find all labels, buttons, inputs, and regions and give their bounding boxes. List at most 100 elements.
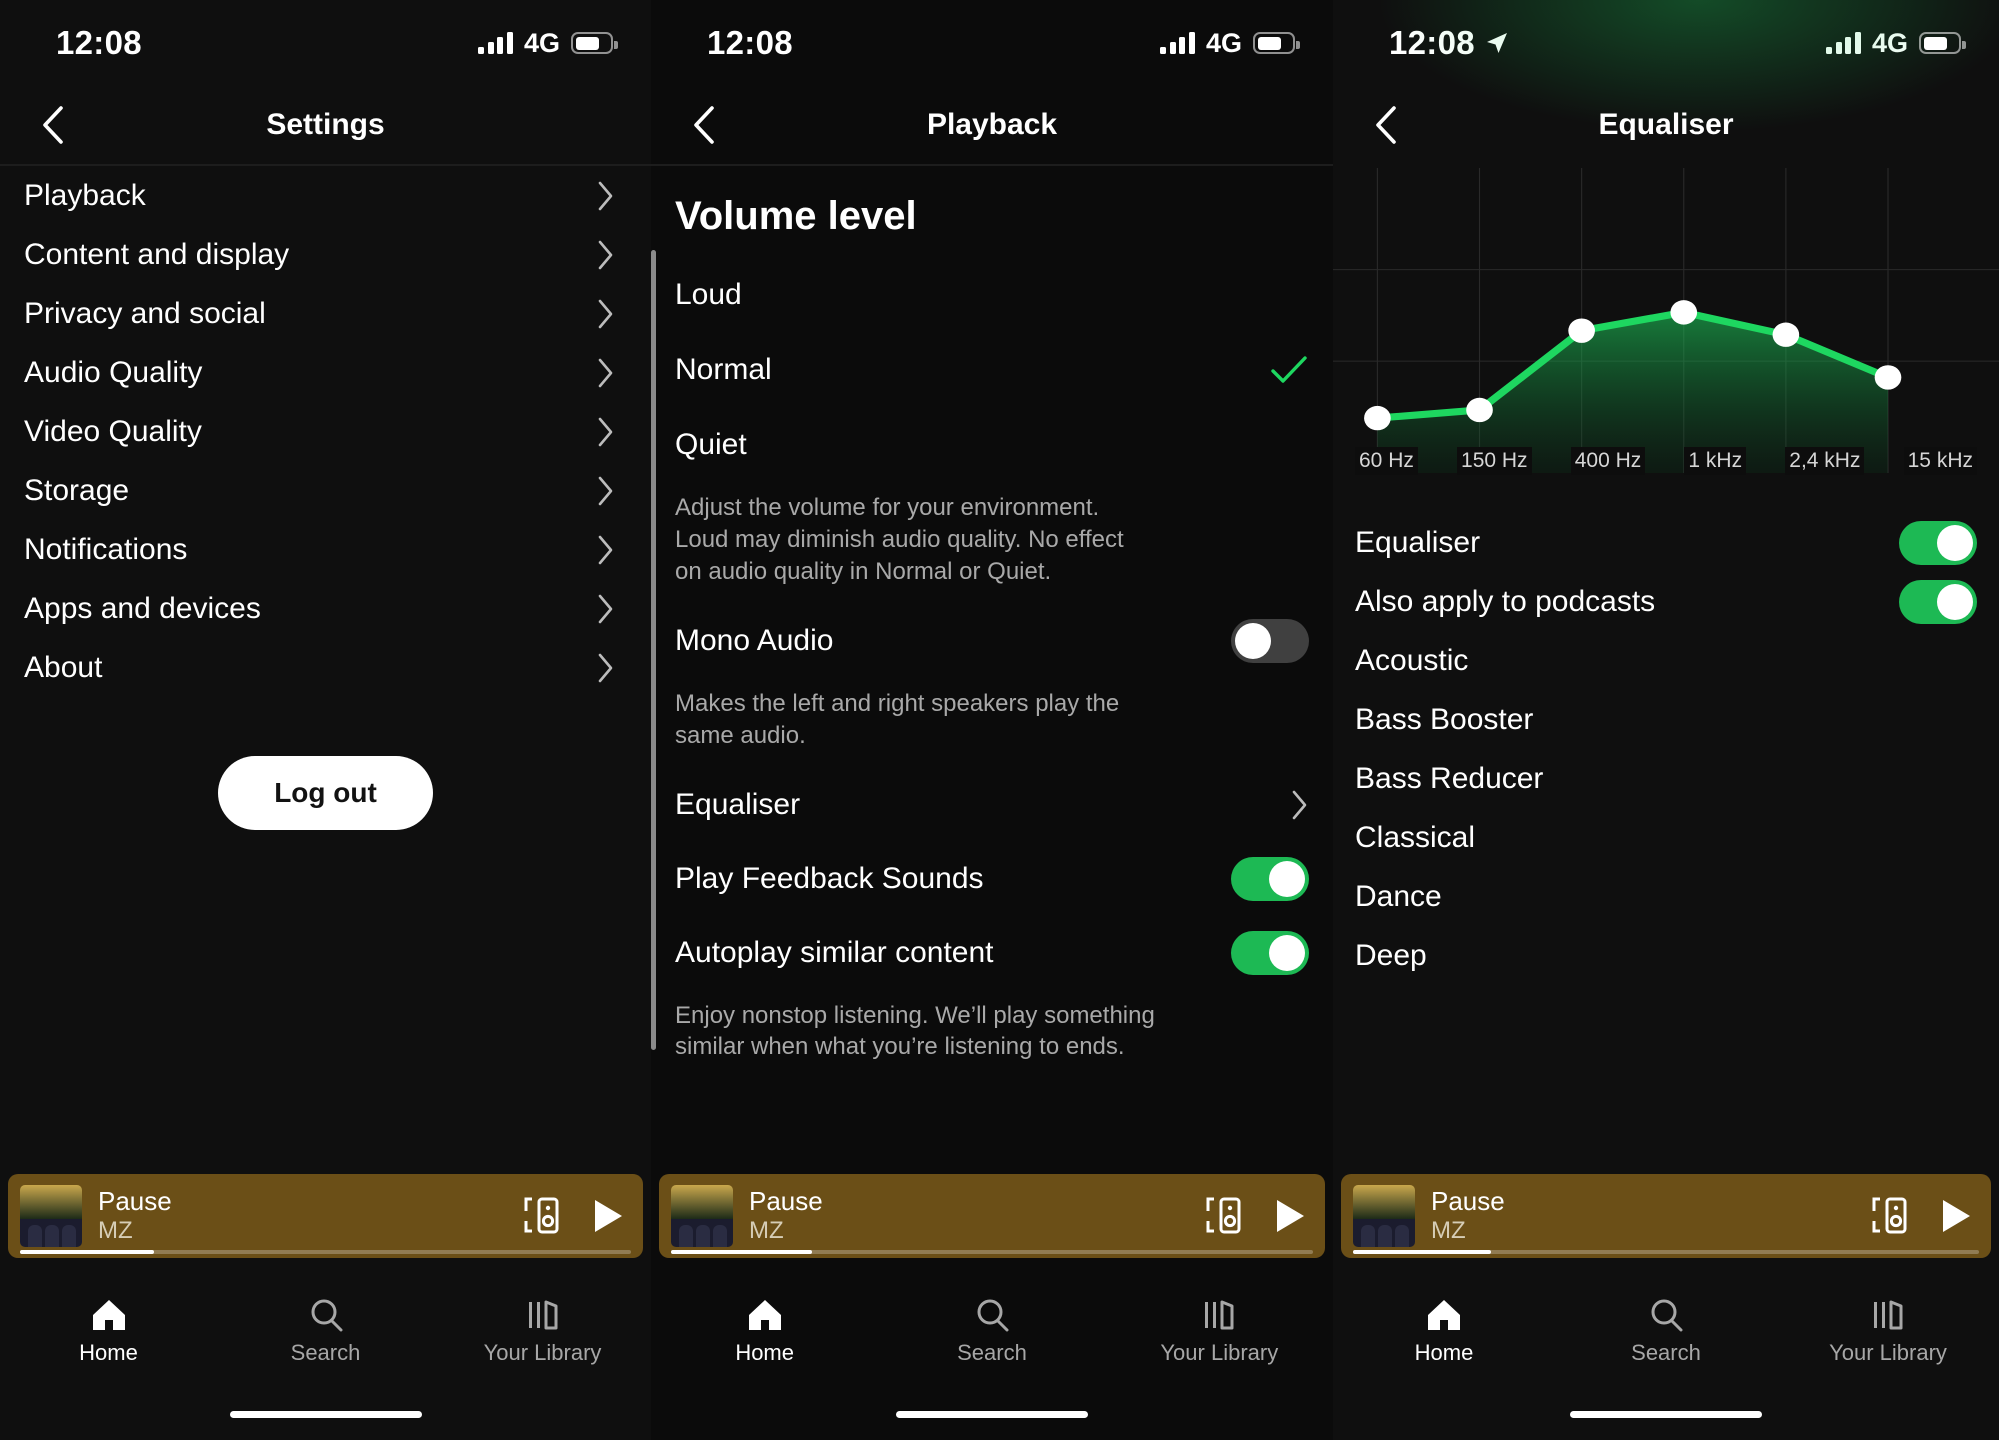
battery-icon	[1253, 32, 1300, 54]
play-feedback-toggle[interactable]	[1231, 856, 1309, 901]
mini-player-controls	[1869, 1195, 1973, 1237]
apply-to-podcasts-toggle[interactable]	[1899, 579, 1977, 624]
tab-label: Your Library	[1160, 1340, 1279, 1365]
mini-player-container: Pause MZ	[1333, 1174, 1999, 1258]
chevron-right-icon	[598, 594, 613, 623]
apply-to-podcasts-row[interactable]: Also apply to podcasts	[1355, 572, 1977, 631]
tab-home[interactable]: Home	[1333, 1298, 1555, 1366]
play-icon[interactable]	[1273, 1197, 1307, 1235]
chevron-right-icon	[598, 358, 613, 387]
list-item-label: About	[24, 650, 103, 684]
equaliser-screen: 12:08 4G Equaliser	[1333, 0, 1999, 1440]
eq-handle-60hz[interactable]	[1364, 405, 1391, 431]
mini-player[interactable]: Pause MZ	[8, 1174, 643, 1258]
tab-your-library[interactable]: Your Library	[434, 1298, 651, 1366]
equaliser-enable-label: Equaliser	[1355, 525, 1481, 559]
home-icon	[92, 1300, 125, 1330]
logout-button[interactable]: Log out	[218, 756, 433, 830]
preset-bass-booster[interactable]: Bass Booster	[1355, 690, 1977, 749]
tab-label: Home	[735, 1340, 794, 1365]
list-item-label: Apps and devices	[24, 591, 261, 625]
mini-player[interactable]: Pause MZ	[659, 1174, 1325, 1258]
page-title: Equaliser	[1598, 108, 1734, 141]
axis-tick-label: 150 Hz	[1457, 447, 1532, 475]
eq-handle-150hz[interactable]	[1466, 397, 1493, 423]
sidebar-item-audio-quality[interactable]: Audio Quality	[0, 343, 651, 402]
eq-handle-15khz[interactable]	[1874, 365, 1902, 390]
track-title: Pause	[98, 1185, 172, 1216]
playback-progress-bar[interactable]	[20, 1250, 631, 1254]
preset-label: Classical	[1355, 820, 1476, 854]
chevron-left-icon	[1376, 106, 1396, 144]
play-feedback-sounds-row[interactable]: Play Feedback Sounds	[675, 842, 1309, 916]
status-indicators: 4G	[478, 27, 618, 59]
back-button[interactable]	[681, 102, 727, 148]
connect-to-device-icon[interactable]	[521, 1195, 561, 1237]
sidebar-item-video-quality[interactable]: Video Quality	[0, 402, 651, 461]
library-icon	[1205, 1300, 1234, 1330]
playback-progress-bar[interactable]	[1353, 1250, 1979, 1254]
back-button[interactable]	[1363, 102, 1409, 148]
tab-search[interactable]: Search	[878, 1298, 1105, 1366]
home-icon	[748, 1300, 781, 1330]
check-icon	[1271, 355, 1307, 383]
list-item-label: Notifications	[24, 532, 188, 566]
tab-your-library[interactable]: Your Library	[1106, 1298, 1333, 1366]
sidebar-item-about[interactable]: About	[0, 638, 651, 697]
settings-screen: 12:08 4G Settings Playback Content and d…	[0, 0, 651, 1440]
tab-search[interactable]: Search	[217, 1298, 434, 1366]
equaliser-enable-row[interactable]: Equaliser	[1355, 513, 1977, 572]
sidebar-item-storage[interactable]: Storage	[0, 461, 651, 520]
sidebar-item-privacy-and-social[interactable]: Privacy and social	[0, 284, 651, 343]
tab-home[interactable]: Home	[0, 1298, 217, 1366]
autoplay-toggle[interactable]	[1231, 930, 1309, 975]
chevron-right-icon	[598, 417, 613, 446]
tab-home[interactable]: Home	[651, 1298, 878, 1366]
equaliser-curve-chart[interactable]	[1333, 168, 1999, 473]
chevron-right-icon	[1292, 790, 1307, 819]
tab-your-library[interactable]: Your Library	[1777, 1298, 1999, 1366]
equaliser-row[interactable]: Equaliser	[675, 768, 1309, 842]
nav-bar: Equaliser	[1333, 86, 1999, 164]
volume-option-loud[interactable]: Loud	[675, 257, 1309, 332]
play-icon[interactable]	[591, 1197, 625, 1235]
album-art	[20, 1185, 82, 1247]
preset-label: Acoustic	[1355, 643, 1469, 677]
preset-deep[interactable]: Deep	[1355, 926, 1977, 985]
network-type-label: 4G	[523, 27, 560, 58]
status-bar: 12:08 4G	[651, 0, 1333, 86]
preset-classical[interactable]: Classical	[1355, 808, 1977, 867]
eq-handle-400hz[interactable]	[1568, 318, 1595, 343]
preset-bass-reducer[interactable]: Bass Reducer	[1355, 749, 1977, 808]
sidebar-item-apps-and-devices[interactable]: Apps and devices	[0, 579, 651, 638]
volume-option-normal[interactable]: Normal	[675, 332, 1309, 407]
chevron-right-icon	[598, 181, 613, 210]
play-feedback-label: Play Feedback Sounds	[675, 861, 984, 895]
playback-progress-bar[interactable]	[671, 1250, 1313, 1254]
nav-bar: Playback	[651, 86, 1333, 164]
back-button[interactable]	[30, 102, 76, 148]
preset-dance[interactable]: Dance	[1355, 867, 1977, 926]
mini-player[interactable]: Pause MZ	[1341, 1174, 1991, 1258]
tab-label: Search	[290, 1340, 361, 1365]
list-item-label: Storage	[24, 473, 130, 507]
mono-audio-toggle[interactable]	[1231, 618, 1309, 663]
play-icon[interactable]	[1939, 1197, 1973, 1235]
tab-search[interactable]: Search	[1555, 1298, 1777, 1366]
sidebar-item-playback[interactable]: Playback	[0, 166, 651, 225]
preset-acoustic[interactable]: Acoustic	[1355, 631, 1977, 690]
eq-handle-1khz[interactable]	[1670, 300, 1698, 325]
autoplay-row[interactable]: Autoplay similar content	[675, 916, 1309, 990]
sidebar-item-content-and-display[interactable]: Content and display	[0, 225, 651, 284]
mono-audio-row[interactable]: Mono Audio	[675, 604, 1309, 678]
eq-handle-2-4khz[interactable]	[1772, 322, 1800, 347]
screenshot-root: 12:08 4G Settings Playback Content and d…	[0, 0, 1999, 1440]
connect-to-device-icon[interactable]	[1869, 1195, 1909, 1237]
volume-option-quiet[interactable]: Quiet	[675, 407, 1309, 482]
equaliser-enable-toggle[interactable]	[1899, 520, 1977, 565]
album-art	[1353, 1185, 1415, 1247]
sidebar-item-notifications[interactable]: Notifications	[0, 520, 651, 579]
connect-to-device-icon[interactable]	[1203, 1195, 1243, 1237]
mini-player-container: Pause MZ	[651, 1174, 1333, 1258]
bottom-tab-bar: Home Search Your Library	[0, 1276, 651, 1388]
